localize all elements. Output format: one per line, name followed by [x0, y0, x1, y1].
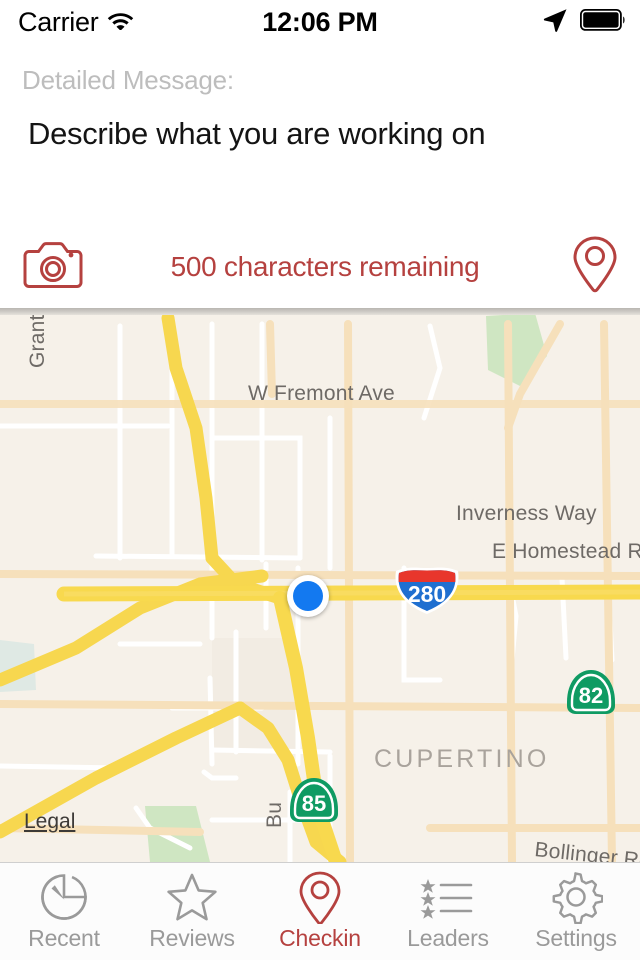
clock-icon	[38, 872, 90, 922]
svg-text:280: 280	[408, 581, 446, 607]
map-top-divider	[0, 308, 640, 315]
svg-text:85: 85	[302, 791, 326, 816]
street-label: Inverness Way	[456, 502, 597, 525]
street-label: Bu	[263, 802, 286, 828]
map-pin-icon	[298, 871, 342, 924]
tab-label: Reviews	[149, 925, 235, 951]
tab-label: Recent	[28, 925, 100, 951]
tab-bar: Recent Reviews Checkin Leaders Settings	[0, 862, 640, 960]
star-icon	[165, 872, 219, 922]
battery-full-icon	[579, 8, 626, 36]
tab-recent[interactable]: Recent	[0, 863, 128, 961]
compose-accessory-row: 500 characters remaining	[0, 226, 640, 308]
legal-link[interactable]: Legal	[24, 810, 75, 834]
place-label: CUPERTINO	[374, 745, 550, 773]
tab-checkin[interactable]: Checkin	[256, 863, 384, 961]
tab-label: Leaders	[407, 925, 489, 951]
svg-text:82: 82	[579, 683, 603, 708]
street-label: W Fremont Ave	[248, 382, 395, 405]
street-label: Grant	[26, 314, 49, 368]
character-count-label: 500 characters remaining	[170, 251, 480, 282]
tab-settings[interactable]: Settings	[512, 863, 640, 961]
tab-leaders[interactable]: Leaders	[384, 863, 512, 961]
star-list-icon	[419, 872, 477, 922]
tab-label: Checkin	[279, 925, 361, 951]
detailed-message-label: Detailed Message:	[22, 65, 234, 95]
status-bar-right	[542, 7, 626, 38]
map-view[interactable]: Grant W Fremont Ave Inverness Way E Home…	[0, 308, 640, 862]
tab-reviews[interactable]: Reviews	[128, 863, 256, 961]
current-location-dot	[287, 575, 329, 617]
street-label: E Homestead Rd	[492, 540, 640, 563]
status-bar: Carrier 12:06 PM	[0, 0, 640, 44]
tab-label: Settings	[535, 925, 617, 951]
map-pin-button[interactable]	[572, 235, 618, 300]
camera-button[interactable]	[22, 239, 84, 296]
location-arrow-icon	[542, 7, 568, 38]
gear-icon	[549, 872, 603, 924]
